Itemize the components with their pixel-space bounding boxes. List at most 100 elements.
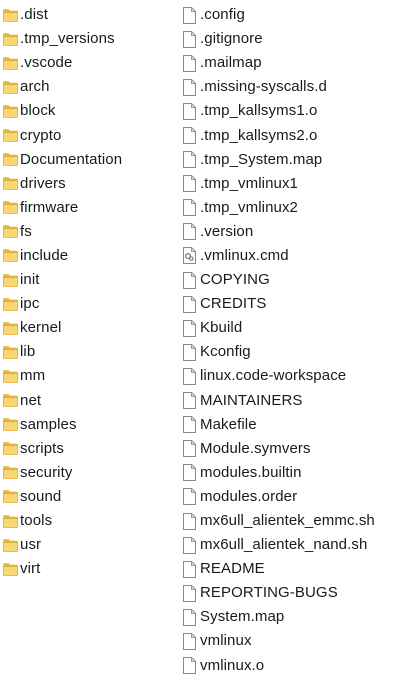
- folder-item[interactable]: arch: [3, 75, 171, 99]
- file-name: .tmp_vmlinux1: [200, 174, 299, 192]
- file-item[interactable]: README: [183, 557, 398, 581]
- folder-name: sound: [20, 487, 62, 505]
- folder-item[interactable]: init: [3, 268, 171, 292]
- file-item[interactable]: .tmp_vmlinux2: [183, 196, 398, 220]
- folder-item[interactable]: scripts: [3, 437, 171, 461]
- file-name: Kconfig: [200, 343, 251, 361]
- folder-name: include: [20, 246, 69, 264]
- file-icon: [183, 416, 196, 434]
- folder-item[interactable]: block: [3, 99, 171, 123]
- file-item[interactable]: .tmp_kallsyms2.o: [183, 123, 398, 147]
- folder-icon: [3, 490, 18, 504]
- folder-icon: [3, 129, 18, 142]
- folder-icon: [3, 370, 18, 383]
- folder-item[interactable]: .dist: [3, 3, 171, 27]
- folder-item[interactable]: tools: [3, 509, 171, 533]
- file-item[interactable]: vmlinux.o: [183, 654, 398, 678]
- file-icon: [183, 295, 196, 313]
- file-name: Kbuild: [200, 319, 243, 337]
- file-item[interactable]: linux.code-workspace: [183, 364, 398, 388]
- file-icon: [183, 102, 196, 120]
- folder-name: .dist: [20, 6, 49, 24]
- file-icon: [183, 78, 196, 96]
- file-item[interactable]: System.map: [183, 605, 398, 629]
- file-icon: [183, 223, 196, 241]
- folder-item[interactable]: virt: [3, 557, 171, 581]
- file-icon: [183, 343, 196, 361]
- file-name: System.map: [200, 608, 285, 626]
- folder-icon: [3, 8, 18, 22]
- folder-icon: [3, 466, 18, 480]
- file-name: MAINTAINERS: [200, 391, 303, 409]
- folder-name: crypto: [20, 126, 62, 144]
- folder-item[interactable]: lib: [3, 340, 171, 364]
- file-item[interactable]: CREDITS: [183, 292, 398, 316]
- file-item[interactable]: vmlinux: [183, 629, 398, 653]
- file-item[interactable]: .gitignore: [183, 27, 398, 51]
- folder-item[interactable]: crypto: [3, 123, 171, 147]
- file-item[interactable]: .config: [183, 3, 398, 27]
- file-name: .tmp_kallsyms2.o: [200, 126, 318, 144]
- file-item[interactable]: MAINTAINERS: [183, 389, 398, 413]
- file-name: Module.symvers: [200, 439, 311, 457]
- folder-name: block: [20, 102, 56, 120]
- file-icon: [183, 199, 196, 217]
- folder-name: net: [20, 391, 42, 409]
- folder-item[interactable]: .tmp_versions: [3, 27, 171, 51]
- folder-name: usr: [20, 536, 42, 554]
- file-name: README: [200, 560, 265, 578]
- folder-item[interactable]: sound: [3, 485, 171, 509]
- folder-icon: [3, 177, 18, 191]
- folder-item[interactable]: include: [3, 244, 171, 268]
- folder-name: fs: [20, 222, 32, 240]
- file-item[interactable]: .version: [183, 220, 398, 244]
- file-item[interactable]: COPYING: [183, 268, 398, 292]
- folder-item[interactable]: security: [3, 461, 171, 485]
- file-item[interactable]: mx6ull_alientek_emmc.sh: [183, 509, 398, 533]
- folder-name: samples: [20, 415, 77, 433]
- file-item[interactable]: Makefile: [183, 413, 398, 437]
- file-item[interactable]: modules.order: [183, 485, 398, 509]
- folder-item[interactable]: net: [3, 389, 171, 413]
- file-name: .gitignore: [200, 30, 263, 48]
- file-item[interactable]: .tmp_vmlinux1: [183, 172, 398, 196]
- file-item[interactable]: REPORTING-BUGS: [183, 581, 398, 605]
- file-item[interactable]: modules.builtin: [183, 461, 398, 485]
- file-icon: [183, 6, 196, 24]
- file-icon: [183, 440, 196, 458]
- folder-item[interactable]: samples: [3, 413, 171, 437]
- file-item[interactable]: .tmp_System.map: [183, 148, 398, 172]
- folder-item[interactable]: Documentation: [3, 148, 171, 172]
- file-name: .tmp_System.map: [200, 150, 323, 168]
- file-name: .tmp_vmlinux2: [200, 198, 299, 216]
- file-item[interactable]: Module.symvers: [183, 437, 398, 461]
- file-item[interactable]: .tmp_kallsyms1.o: [183, 99, 398, 123]
- folder-icon: [3, 153, 18, 166]
- folder-icon: [3, 249, 18, 263]
- folder-icon: [3, 418, 18, 431]
- folder-item[interactable]: drivers: [3, 172, 171, 196]
- file-list: .config .gitignore .mailmap .missing-syscal…: [183, 3, 398, 678]
- file-item[interactable]: .missing-syscalls.d: [183, 75, 398, 99]
- file-name: COPYING: [200, 271, 270, 289]
- folder-item[interactable]: usr: [3, 533, 171, 557]
- file-item[interactable]: .vmlinux.cmd: [183, 244, 398, 268]
- file-icon: [183, 392, 196, 410]
- file-name: modules.builtin: [200, 463, 302, 481]
- file-item[interactable]: mx6ull_alientek_nand.sh: [183, 533, 398, 557]
- folder-item[interactable]: .vscode: [3, 51, 171, 75]
- folder-item[interactable]: kernel: [3, 316, 171, 340]
- folder-item[interactable]: ipc: [3, 292, 171, 316]
- file-item[interactable]: .mailmap: [183, 51, 398, 75]
- folder-name: .vscode: [20, 54, 73, 72]
- folder-item[interactable]: mm: [3, 364, 171, 388]
- file-item[interactable]: Kbuild: [183, 316, 398, 340]
- file-item[interactable]: Kconfig: [183, 340, 398, 364]
- folder-item[interactable]: fs: [3, 220, 171, 244]
- folder-icon: [3, 562, 18, 576]
- folder-item[interactable]: firmware: [3, 196, 171, 220]
- folder-icon: [3, 56, 18, 70]
- folder-icon: [3, 442, 18, 456]
- file-name: .vmlinux.cmd: [200, 246, 289, 264]
- folder-name: virt: [20, 560, 41, 578]
